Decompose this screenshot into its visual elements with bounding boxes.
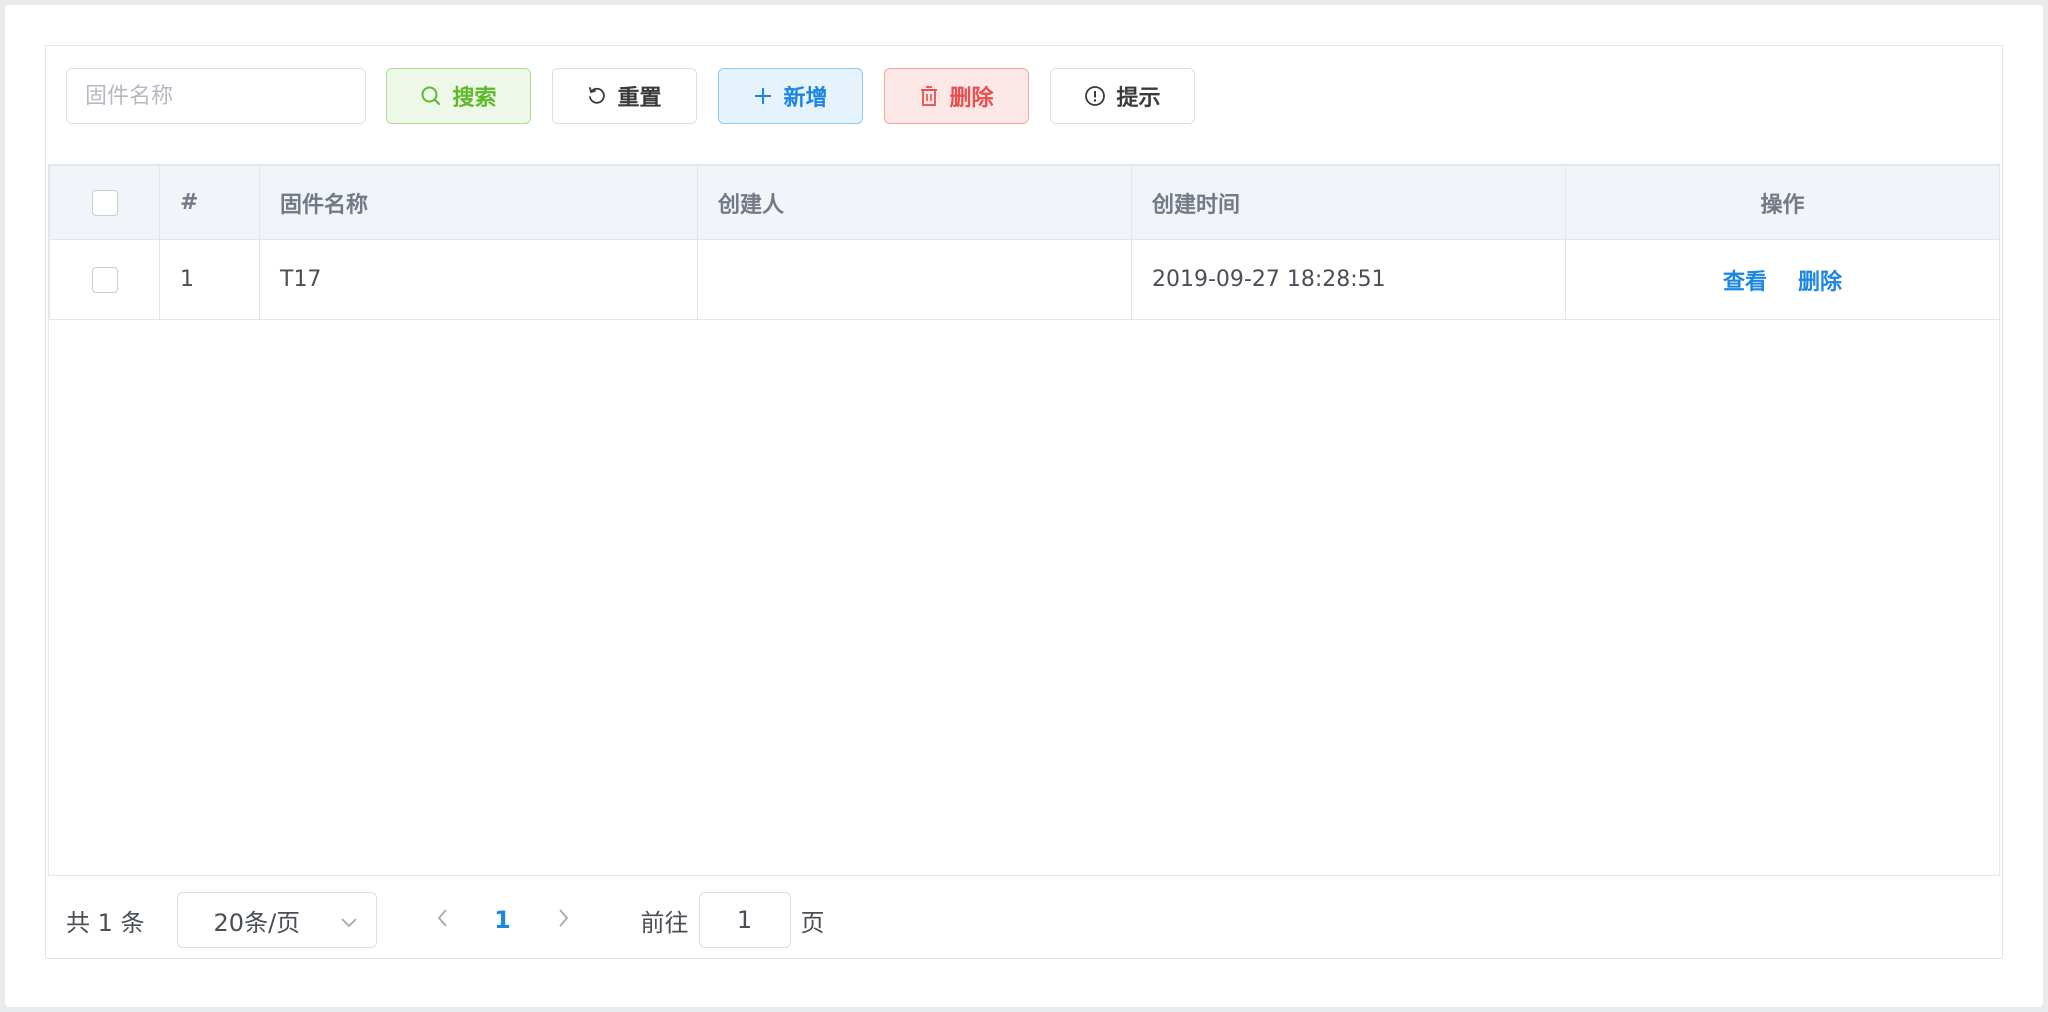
page-size-select[interactable]: 20条/页	[176, 892, 377, 948]
row-created-at: 2019-09-27 18:28:51	[1131, 239, 1566, 320]
page-number-current[interactable]: 1	[463, 906, 543, 934]
row-firmware-name: T17	[259, 239, 698, 320]
info-circle-icon	[1084, 85, 1106, 107]
column-header-creator: 创建人	[697, 165, 1132, 240]
tip-button[interactable]: 提示	[1050, 68, 1195, 124]
row-creator	[697, 239, 1132, 320]
view-link[interactable]: 查看	[1723, 270, 1767, 295]
reset-button-label: 重置	[617, 86, 662, 111]
firmware-table: # 固件名称 创建人 创建时间 操作 1 T17 2019-09-27 18:2…	[48, 164, 2000, 876]
next-page-button[interactable]	[543, 892, 583, 948]
chevron-right-icon	[557, 906, 569, 934]
toolbar: 搜索 重置 新增 删除	[66, 68, 1216, 124]
goto-label: 前往	[640, 908, 689, 937]
column-header-name: 固件名称	[259, 165, 698, 240]
plus-icon	[753, 86, 773, 106]
search-button[interactable]: 搜索	[386, 68, 531, 124]
prev-page-button[interactable]	[423, 892, 463, 948]
add-button[interactable]: 新增	[718, 68, 863, 124]
select-all-cell	[49, 165, 160, 240]
row-delete-link[interactable]: 删除	[1798, 270, 1842, 295]
search-button-label: 搜索	[452, 86, 497, 111]
goto-page-input[interactable]	[698, 892, 791, 948]
page-size-value: 20条/页	[213, 908, 301, 937]
pagination: 共 1 条 20条/页 1 前往 页	[66, 892, 825, 948]
total-count: 共 1 条	[66, 908, 145, 937]
chevron-down-icon	[340, 906, 358, 934]
column-header-actions: 操作	[1565, 165, 2000, 240]
firmware-panel: 搜索 重置 新增 删除	[45, 45, 2003, 959]
column-header-created-at: 创建时间	[1131, 165, 1566, 240]
row-index: 1	[159, 239, 260, 320]
select-all-checkbox[interactable]	[91, 189, 118, 216]
trash-icon	[919, 85, 939, 107]
table-header-row: # 固件名称 创建人 创建时间 操作	[49, 165, 2000, 240]
firmware-name-input[interactable]	[66, 68, 366, 124]
row-checkbox[interactable]	[91, 266, 118, 293]
batch-delete-button[interactable]: 删除	[884, 68, 1029, 124]
reset-button[interactable]: 重置	[552, 68, 697, 124]
refresh-icon	[587, 86, 607, 106]
row-actions: 查看 删除	[1565, 239, 2000, 320]
chevron-left-icon	[437, 906, 449, 934]
app-frame: 搜索 重置 新增 删除	[5, 5, 2043, 1007]
search-icon	[420, 85, 442, 107]
tip-button-label: 提示	[1116, 86, 1161, 111]
page-suffix: 页	[800, 908, 825, 937]
table-row: 1 T17 2019-09-27 18:28:51 查看 删除	[49, 239, 2000, 320]
column-header-index: #	[159, 165, 260, 240]
batch-delete-button-label: 删除	[949, 86, 994, 111]
row-select-cell	[49, 239, 160, 320]
add-button-label: 新增	[783, 86, 828, 111]
